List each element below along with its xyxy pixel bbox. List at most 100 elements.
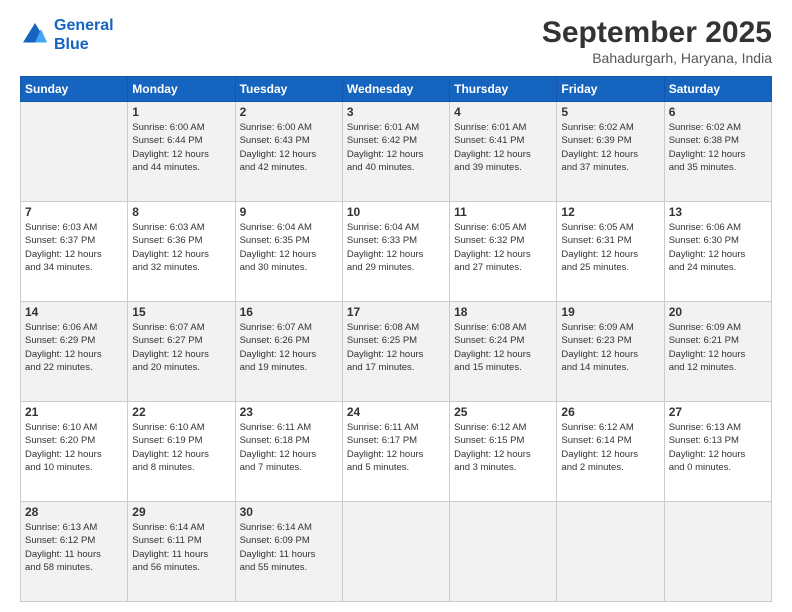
- calendar-cell: 3Sunrise: 6:01 AMSunset: 6:42 PMDaylight…: [342, 102, 449, 202]
- day-number: 18: [454, 305, 552, 319]
- calendar-cell: [342, 502, 449, 602]
- calendar-cell: [664, 502, 771, 602]
- calendar-cell: 2 Sunrise: 6:00 AMSunset: 6:43 PMDaylight…: [235, 102, 342, 202]
- location: Bahadurgarh, Haryana, India: [542, 50, 772, 66]
- calendar-cell: 20 Sunrise: 6:09 AMSunset: 6:21 PMDayligh…: [664, 302, 771, 402]
- day-number: 15: [132, 305, 230, 319]
- day-info: Sunrise: 6:12 AMSunset: 6:15 PMDaylight:…: [454, 421, 552, 474]
- day-info: Sunrise: 6:11 AMSunset: 6:17 PMDaylight:…: [347, 421, 445, 474]
- day-info: Sunrise: 6:01 AMSunset: 6:42 PMDaylight:…: [347, 121, 445, 174]
- logo-line1: General: [54, 17, 114, 34]
- col-header-saturday: Saturday: [664, 77, 771, 102]
- logo-icon: [20, 20, 50, 50]
- calendar-cell: 7 Sunrise: 6:03 AMSunset: 6:37 PMDaylight…: [21, 202, 128, 302]
- col-header-wednesday: Wednesday: [342, 77, 449, 102]
- calendar-header-row: SundayMondayTuesdayWednesdayThursdayFrid…: [21, 77, 772, 102]
- day-info: Sunrise: 6:05 AMSunset: 6:32 PMDaylight:…: [454, 221, 552, 274]
- day-number: 14: [25, 305, 123, 319]
- calendar-week-3: 14 Sunrise: 6:06 AMSunset: 6:29 PMDayligh…: [21, 302, 772, 402]
- day-info: Sunrise: 6:06 AMSunset: 6:30 PMDaylight:…: [669, 221, 767, 274]
- day-info: Sunrise: 6:02 AMSunset: 6:39 PMDaylight:…: [561, 121, 659, 174]
- day-info: Sunrise: 6:13 AMSunset: 6:12 PMDaylight:…: [25, 521, 123, 574]
- day-info: Sunrise: 6:07 AMSunset: 6:26 PMDaylight:…: [240, 321, 338, 374]
- day-info: Sunrise: 6:10 AMSunset: 6:20 PMDaylight:…: [25, 421, 123, 474]
- month-title: September 2025: [542, 16, 772, 50]
- day-number: 20: [669, 305, 767, 319]
- calendar-cell: 10 Sunrise: 6:04 AMSunset: 6:33 PMDayligh…: [342, 202, 449, 302]
- calendar-cell: 6 Sunrise: 6:02 AMSunset: 6:38 PMDaylight…: [664, 102, 771, 202]
- calendar-cell: 13 Sunrise: 6:06 AMSunset: 6:30 PMDayligh…: [664, 202, 771, 302]
- day-info: Sunrise: 6:09 AMSunset: 6:23 PMDaylight:…: [561, 321, 659, 374]
- header: General Blue September 2025 Bahadurgarh,…: [20, 16, 772, 66]
- day-info: Sunrise: 6:04 AMSunset: 6:33 PMDaylight:…: [347, 221, 445, 274]
- day-info: Sunrise: 6:06 AMSunset: 6:29 PMDaylight:…: [25, 321, 123, 374]
- calendar-table: SundayMondayTuesdayWednesdayThursdayFrid…: [20, 76, 772, 602]
- day-info: Sunrise: 6:00 AMSunset: 6:43 PMDaylight:…: [240, 121, 338, 174]
- calendar-cell: [450, 502, 557, 602]
- day-number: 8: [132, 205, 230, 219]
- day-number: 6: [669, 105, 767, 119]
- calendar-cell: 16Sunrise: 6:07 AMSunset: 6:26 PMDayligh…: [235, 302, 342, 402]
- day-number: 7: [25, 205, 123, 219]
- logo: General Blue: [20, 16, 114, 54]
- day-info: Sunrise: 6:05 AMSunset: 6:31 PMDaylight:…: [561, 221, 659, 274]
- day-number: 9: [240, 205, 338, 219]
- calendar-week-2: 7 Sunrise: 6:03 AMSunset: 6:37 PMDaylight…: [21, 202, 772, 302]
- page: General Blue September 2025 Bahadurgarh,…: [0, 0, 792, 612]
- calendar-cell: 4Sunrise: 6:01 AMSunset: 6:41 PMDaylight…: [450, 102, 557, 202]
- day-info: Sunrise: 6:11 AMSunset: 6:18 PMDaylight:…: [240, 421, 338, 474]
- calendar-cell: 18 Sunrise: 6:08 AMSunset: 6:24 PMDayligh…: [450, 302, 557, 402]
- day-info: Sunrise: 6:14 AMSunset: 6:11 PMDaylight:…: [132, 521, 230, 574]
- day-number: 1: [132, 105, 230, 119]
- day-number: 25: [454, 405, 552, 419]
- day-info: Sunrise: 6:04 AMSunset: 6:35 PMDaylight:…: [240, 221, 338, 274]
- calendar-week-1: 1 Sunrise: 6:00 AMSunset: 6:44 PMDaylight…: [21, 102, 772, 202]
- calendar-cell: 12 Sunrise: 6:05 AMSunset: 6:31 PMDayligh…: [557, 202, 664, 302]
- day-number: 10: [347, 205, 445, 219]
- day-info: Sunrise: 6:08 AMSunset: 6:24 PMDaylight:…: [454, 321, 552, 374]
- day-info: Sunrise: 6:02 AMSunset: 6:38 PMDaylight:…: [669, 121, 767, 174]
- day-number: 22: [132, 405, 230, 419]
- calendar-cell: 5 Sunrise: 6:02 AMSunset: 6:39 PMDaylight…: [557, 102, 664, 202]
- calendar-cell: 11 Sunrise: 6:05 AMSunset: 6:32 PMDayligh…: [450, 202, 557, 302]
- day-info: Sunrise: 6:13 AMSunset: 6:13 PMDaylight:…: [669, 421, 767, 474]
- calendar-cell: 25 Sunrise: 6:12 AMSunset: 6:15 PMDayligh…: [450, 402, 557, 502]
- day-number: 5: [561, 105, 659, 119]
- day-number: 26: [561, 405, 659, 419]
- day-number: 11: [454, 205, 552, 219]
- day-info: Sunrise: 6:01 AMSunset: 6:41 PMDaylight:…: [454, 121, 552, 174]
- day-number: 28: [25, 505, 123, 519]
- day-info: Sunrise: 6:09 AMSunset: 6:21 PMDaylight:…: [669, 321, 767, 374]
- day-number: 29: [132, 505, 230, 519]
- calendar-cell: 23 Sunrise: 6:11 AMSunset: 6:18 PMDayligh…: [235, 402, 342, 502]
- day-info: Sunrise: 6:00 AMSunset: 6:44 PMDaylight:…: [132, 121, 230, 174]
- calendar-week-5: 28 Sunrise: 6:13 AMSunset: 6:12 PMDayligh…: [21, 502, 772, 602]
- day-number: 23: [240, 405, 338, 419]
- col-header-monday: Monday: [128, 77, 235, 102]
- day-info: Sunrise: 6:12 AMSunset: 6:14 PMDaylight:…: [561, 421, 659, 474]
- day-info: Sunrise: 6:14 AMSunset: 6:09 PMDaylight:…: [240, 521, 338, 574]
- calendar-cell: 17Sunrise: 6:08 AMSunset: 6:25 PMDayligh…: [342, 302, 449, 402]
- calendar-cell: 28 Sunrise: 6:13 AMSunset: 6:12 PMDayligh…: [21, 502, 128, 602]
- col-header-friday: Friday: [557, 77, 664, 102]
- calendar-cell: 15Sunrise: 6:07 AMSunset: 6:27 PMDayligh…: [128, 302, 235, 402]
- day-number: 12: [561, 205, 659, 219]
- col-header-thursday: Thursday: [450, 77, 557, 102]
- day-info: Sunrise: 6:03 AMSunset: 6:36 PMDaylight:…: [132, 221, 230, 274]
- day-number: 24: [347, 405, 445, 419]
- day-number: 2: [240, 105, 338, 119]
- day-info: Sunrise: 6:10 AMSunset: 6:19 PMDaylight:…: [132, 421, 230, 474]
- calendar-cell: 9 Sunrise: 6:04 AMSunset: 6:35 PMDaylight…: [235, 202, 342, 302]
- calendar-cell: 21Sunrise: 6:10 AMSunset: 6:20 PMDayligh…: [21, 402, 128, 502]
- calendar-cell: 19Sunrise: 6:09 AMSunset: 6:23 PMDayligh…: [557, 302, 664, 402]
- logo-line2: Blue: [54, 35, 114, 54]
- day-number: 13: [669, 205, 767, 219]
- calendar-cell: 8 Sunrise: 6:03 AMSunset: 6:36 PMDaylight…: [128, 202, 235, 302]
- col-header-tuesday: Tuesday: [235, 77, 342, 102]
- calendar-cell: 24 Sunrise: 6:11 AMSunset: 6:17 PMDayligh…: [342, 402, 449, 502]
- title-block: September 2025 Bahadurgarh, Haryana, Ind…: [542, 16, 772, 66]
- day-number: 30: [240, 505, 338, 519]
- day-number: 27: [669, 405, 767, 419]
- calendar-cell: 22 Sunrise: 6:10 AMSunset: 6:19 PMDayligh…: [128, 402, 235, 502]
- day-info: Sunrise: 6:03 AMSunset: 6:37 PMDaylight:…: [25, 221, 123, 274]
